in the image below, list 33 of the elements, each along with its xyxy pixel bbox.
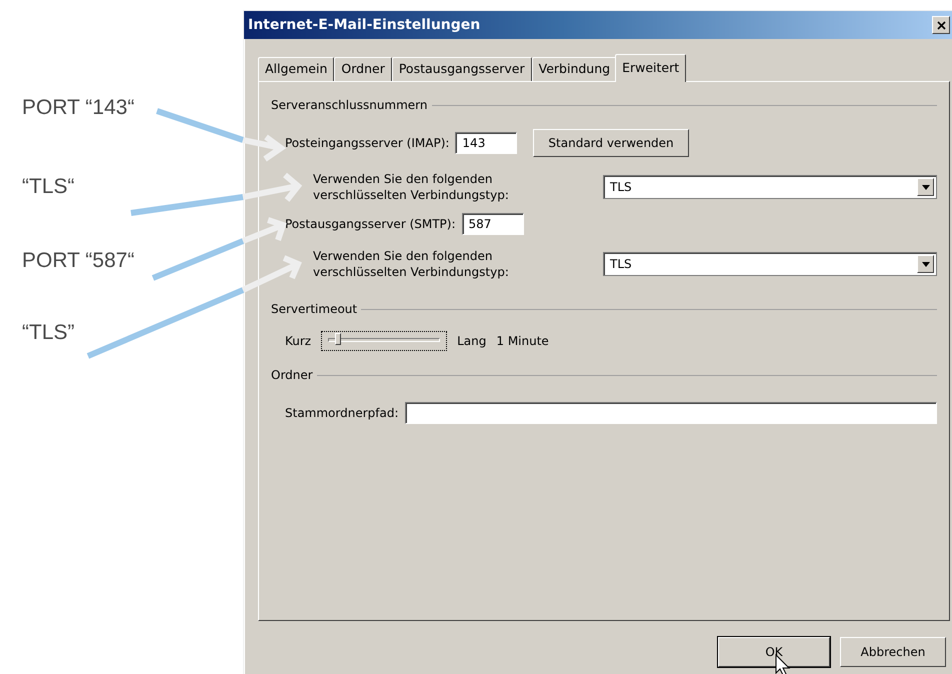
- default-button[interactable]: Standard verwenden: [533, 129, 689, 157]
- outgoing-port-label: Postausgangsserver (SMTP):: [285, 216, 456, 233]
- annotation-label: “TLS”: [22, 321, 74, 345]
- tab[interactable]: Ordner: [334, 57, 392, 81]
- outgoing-port-field[interactable]: 587: [462, 213, 524, 235]
- annotation-label: PORT “143“: [22, 96, 134, 120]
- tab[interactable]: Erweitert: [615, 54, 686, 82]
- root-folder-label: Stammordnerpfad:: [285, 405, 399, 422]
- group-title: Servertimeout: [271, 301, 358, 318]
- encryption-dropdown[interactable]: TLS: [603, 252, 937, 276]
- close-icon: [936, 20, 946, 30]
- incoming-port-label: Posteingangsserver (IMAP):: [285, 135, 450, 152]
- max-label: Lang: [457, 333, 486, 350]
- slider-thumb[interactable]: [334, 333, 341, 345]
- dialog-button[interactable]: OK: [718, 637, 830, 667]
- annotation-label: “TLS“: [22, 175, 74, 199]
- timeout-reading: 1 Minute: [496, 333, 549, 350]
- close-button[interactable]: [932, 16, 950, 34]
- annotation-label: PORT “587“: [22, 249, 134, 273]
- min-label: Kurz: [285, 333, 312, 350]
- group-title: Ordner: [271, 367, 313, 384]
- tab[interactable]: Verbindung: [532, 57, 618, 81]
- tab[interactable]: Postausgangsserver: [392, 57, 532, 81]
- tab[interactable]: Allgemein: [258, 57, 334, 81]
- encryption-label: Verwenden Sie den folgenden verschlüsselten Verbindungstyp:: [312, 248, 510, 280]
- group-title: Serveranschlussnummern: [271, 97, 428, 114]
- root-folder-field[interactable]: [404, 402, 937, 424]
- encryption-dropdown[interactable]: TLS: [603, 175, 937, 199]
- timeout-slider[interactable]: [321, 331, 448, 351]
- incoming-port-field[interactable]: 143: [455, 132, 518, 154]
- window-title: Internet-E-Mail-Einstellungen: [248, 16, 480, 34]
- encryption-label: Verwenden Sie den folgenden verschlüsselten Verbindungstyp:: [312, 171, 510, 203]
- dialog-button[interactable]: Abbrechen: [840, 637, 946, 667]
